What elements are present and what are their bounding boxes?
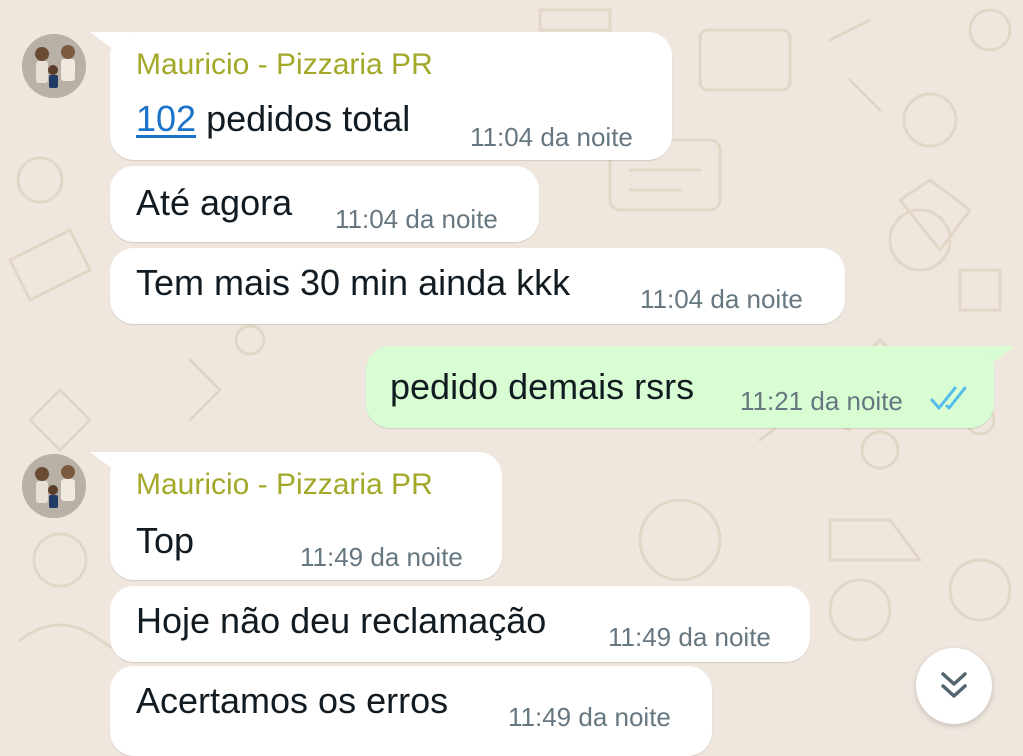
- message-bubble[interactable]: Mauricio - Pizzaria PR Top 11:49 da noit…: [110, 452, 502, 580]
- message-text: 102 pedidos total: [136, 98, 410, 140]
- phone-number-link[interactable]: 102: [136, 98, 196, 139]
- sender-name[interactable]: Mauricio - Pizzaria PR: [136, 468, 433, 502]
- message-text-rest: pedidos total: [196, 98, 411, 139]
- avatar[interactable]: [22, 34, 86, 98]
- message-bubble-outgoing[interactable]: pedido demais rsrs 11:21 da noite: [366, 346, 994, 428]
- avatar-photo-icon: [22, 34, 86, 98]
- message-time: 11:04 da noite: [640, 284, 803, 314]
- message-time: 11:49 da noite: [608, 622, 771, 652]
- message-time: 11:49 da noite: [300, 542, 463, 572]
- message-time: 11:04 da noite: [335, 204, 498, 234]
- message-text: Acertamos os erros: [136, 680, 449, 721]
- sender-name[interactable]: Mauricio - Pizzaria PR: [136, 48, 433, 82]
- avatar-photo-icon: [22, 454, 86, 518]
- message-time: 11:49 da noite: [508, 702, 671, 732]
- message-time: 11:21 da noite: [740, 386, 903, 416]
- message-bubble[interactable]: Hoje não deu reclamação 11:49 da noite: [110, 586, 810, 662]
- message-text: pedido demais rsrs: [390, 366, 695, 407]
- message-text: Hoje não deu reclamação: [136, 600, 547, 641]
- scroll-to-bottom-button[interactable]: [916, 648, 992, 724]
- message-text: Tem mais 30 min ainda kkk: [136, 262, 571, 303]
- double-check-icon: [930, 386, 967, 410]
- message-bubble[interactable]: Mauricio - Pizzaria PR 102 pedidos total…: [110, 32, 672, 160]
- message-bubble[interactable]: Até agora 11:04 da noite: [110, 166, 539, 242]
- message-text: Até agora: [136, 182, 293, 223]
- message-bubble[interactable]: Tem mais 30 min ainda kkk 11:04 da noite: [110, 248, 845, 324]
- avatar[interactable]: [22, 454, 86, 518]
- double-chevron-down-icon: [941, 672, 967, 698]
- message-time: 11:04 da noite: [470, 122, 633, 152]
- message-text: Top: [136, 520, 195, 561]
- message-bubble[interactable]: Acertamos os erros 11:49 da noite: [110, 666, 712, 756]
